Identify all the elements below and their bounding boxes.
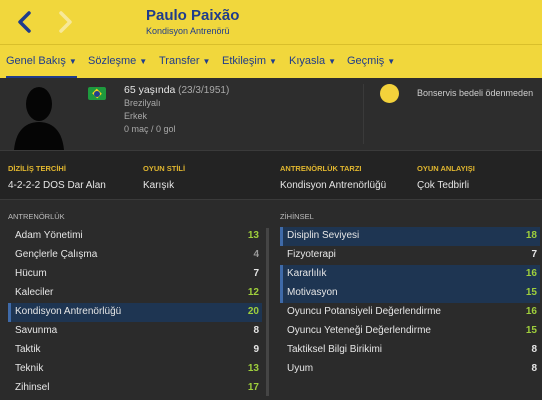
attribute-row[interactable]: Oyuncu Potansiyeli Değerlendirme 16	[280, 303, 540, 322]
attribute-row[interactable]: Gençlerle Çalışma 4	[8, 246, 262, 265]
attribute-row[interactable]: Savunma 8	[8, 322, 262, 341]
tab-kiyasla[interactable]: Kıyasla ▼	[289, 45, 336, 79]
chevron-down-icon: ▼	[202, 57, 211, 66]
status-dot-icon	[380, 84, 399, 103]
divider	[363, 84, 364, 144]
mentality-value: Çok Tedbirli	[417, 180, 470, 191]
tab-sozlesme[interactable]: Sözleşme ▼	[88, 45, 147, 79]
attribute-row[interactable]: Teknik 13	[8, 360, 262, 379]
tab-gecmis[interactable]: Geçmiş ▼	[347, 45, 395, 79]
formation-label: DİZİLİŞ TERCİHİ	[8, 164, 66, 173]
attribute-row-highlighted[interactable]: Motivasyon 15	[280, 284, 540, 303]
match-record: 0 maç / 0 gol	[124, 124, 176, 134]
attribute-row[interactable]: Adam Yönetimi 13	[8, 227, 262, 246]
mentality-label: OYUN ANLAYIŞI	[417, 164, 475, 173]
style-section: DİZİLİŞ TERCİHİ 4-2-2-2 DOS Dar Alan OYU…	[0, 150, 542, 200]
attribute-row[interactable]: Uyum 8	[280, 360, 540, 379]
coaching-style-value: Kondisyon Antrenörlüğü	[280, 180, 387, 191]
mental-section-label: ZİHİNSEL	[280, 212, 314, 221]
attribute-row-highlighted[interactable]: Kondisyon Antrenörlüğü 20	[8, 303, 262, 322]
tab-etkilesim[interactable]: Etkileşim ▼	[222, 45, 277, 79]
attribute-row[interactable]: Kaleciler 12	[8, 284, 262, 303]
flag-icon	[88, 87, 106, 100]
avatar-silhouette	[14, 87, 64, 150]
coaching-style-label: ANTRENÖRLÜK TARZI	[280, 164, 362, 173]
back-arrow-icon[interactable]	[14, 10, 36, 34]
nationality: Brezilyalı	[124, 98, 161, 108]
age: 65 yaşında	[124, 84, 176, 96]
forward-arrow-icon[interactable]	[54, 10, 76, 34]
tab-genel-bakis[interactable]: Genel Bakış ▼	[6, 45, 77, 79]
attribute-row[interactable]: Oyuncu Yeteneği Değerlendirme 15	[280, 322, 540, 341]
play-style-label: OYUN STİLİ	[143, 164, 186, 173]
chevron-down-icon: ▼	[387, 57, 396, 66]
formation-value: 4-2-2-2 DOS Dar Alan	[8, 180, 106, 191]
chevron-down-icon: ▼	[269, 57, 277, 66]
attribute-row-highlighted[interactable]: Kararlılık 16	[280, 265, 540, 284]
date-of-birth: (23/3/1951)	[178, 85, 230, 96]
coaching-section-label: ANTRENÖRLÜK	[8, 212, 65, 221]
page-header: Paulo Paixão Kondisyon Antrenörü	[0, 0, 542, 44]
attribute-row-highlighted[interactable]: Disiplin Seviyesi 18	[280, 227, 540, 246]
bonservis-text: Bonservis bedeli ödenmeden	[417, 88, 534, 98]
chevron-down-icon: ▼	[139, 57, 148, 66]
tab-bar: Genel Bakış ▼ Sözleşme ▼ Transfer ▼ Etkileş…	[0, 44, 542, 79]
page-title: Paulo Paixão	[146, 7, 240, 24]
tab-transfer[interactable]: Transfer ▼	[159, 45, 210, 79]
page-subtitle: Kondisyon Antrenörü	[146, 26, 230, 36]
attribute-row[interactable]: Taktiksel Bilgi Birikimi 8	[280, 341, 540, 360]
play-style-value: Karışık	[143, 180, 175, 191]
chevron-down-icon: ▼	[68, 57, 77, 66]
attribute-row[interactable]: Fizyoterapi 7	[280, 246, 540, 265]
attribute-row[interactable]: Hücum 7	[8, 265, 262, 284]
chevron-down-icon: ▼	[328, 57, 336, 66]
attribute-row[interactable]: Taktik 9	[8, 341, 262, 360]
gender: Erkek	[124, 111, 148, 121]
personal-info: 65 yaşında (23/3/1951) Brezilyalı Erkek …	[124, 84, 229, 136]
attribute-row[interactable]: Zihinsel 17	[8, 379, 262, 398]
scrollbar[interactable]	[266, 228, 269, 396]
